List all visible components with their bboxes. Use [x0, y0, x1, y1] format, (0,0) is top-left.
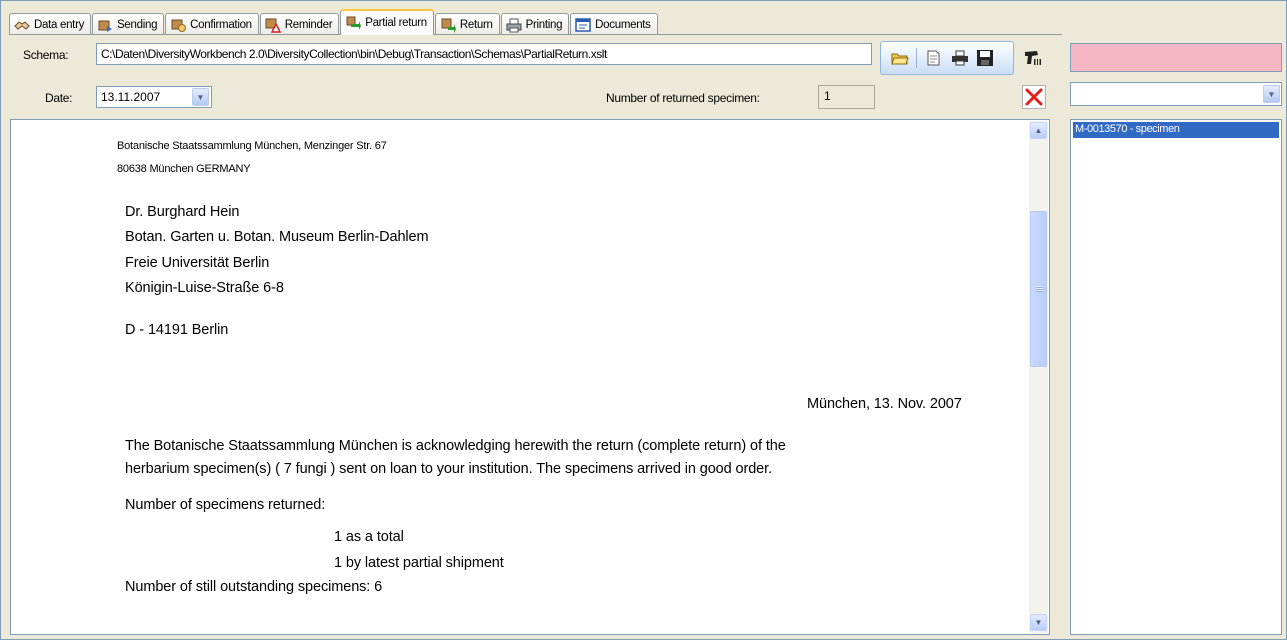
- tab-label: Printing: [525, 18, 563, 31]
- tab-divider: [9, 34, 1062, 35]
- sender-address-line: Botanische Staatssammlung München, Menzi…: [117, 140, 387, 152]
- recipient-city: D - 14191 Berlin: [125, 322, 229, 338]
- sender-city-line: 80638 München GERMANY: [117, 163, 251, 175]
- open-folder-icon[interactable]: [891, 49, 909, 67]
- date-value: 13.11.2007: [101, 90, 161, 104]
- tab-return[interactable]: Return: [434, 13, 500, 35]
- specimen-search-field[interactable]: [1070, 43, 1282, 72]
- schema-path-input[interactable]: C:\Daten\DiversityWorkbench 2.0\Diversit…: [96, 43, 872, 65]
- returned-partial: 1 by latest partial shipment: [334, 555, 504, 571]
- returned-total: 1 as a total: [334, 529, 404, 545]
- grip-icon: [1036, 286, 1043, 292]
- chevron-down-icon[interactable]: ▼: [192, 88, 209, 106]
- tab-strip: Data entry Sending Confirmation Reminder…: [9, 8, 659, 35]
- tab-label: Documents: [595, 18, 651, 31]
- documents-icon: [575, 17, 591, 33]
- returned-count-label: Number of returned specimen:: [606, 91, 760, 105]
- tab-label: Confirmation: [190, 18, 252, 31]
- tab-sending[interactable]: Sending: [92, 13, 165, 35]
- print-icon[interactable]: [951, 49, 969, 67]
- toolbar-separator: [916, 48, 917, 68]
- tab-label: Partial return: [365, 17, 427, 29]
- tab-reminder[interactable]: Reminder: [259, 13, 340, 35]
- recipient-name: Dr. Burghard Hein: [125, 204, 240, 220]
- tab-label: Sending: [117, 18, 158, 31]
- reminder-warning-icon: [265, 17, 281, 33]
- letter-body-line: herbarium specimen(s) ( 7 fungi ) sent o…: [125, 461, 773, 477]
- tab-documents[interactable]: Documents: [570, 13, 658, 35]
- return-icon: [440, 17, 456, 33]
- date-picker[interactable]: 13.11.2007 ▼: [96, 86, 212, 108]
- send-package-icon: [97, 17, 113, 33]
- tab-label: Return: [459, 18, 493, 31]
- delete-icon[interactable]: [1022, 85, 1046, 109]
- date-label: Date:: [45, 91, 73, 105]
- document-icon[interactable]: [924, 49, 942, 67]
- partial-return-icon: [345, 15, 362, 31]
- confirmation-hand-icon: [170, 17, 187, 33]
- printer-icon: [506, 17, 522, 33]
- tab-confirmation[interactable]: Confirmation: [165, 13, 259, 35]
- scroll-down-icon[interactable]: ▼: [1030, 614, 1047, 631]
- right-combobox[interactable]: ▼: [1070, 82, 1282, 106]
- letter-body-line: The Botanische Staatssammlung München is…: [125, 438, 786, 454]
- tab-label: Reminder: [284, 18, 333, 31]
- tab-partial-return[interactable]: Partial return: [340, 9, 434, 35]
- chevron-down-icon[interactable]: ▼: [1263, 85, 1280, 103]
- schema-label: Schema:: [23, 48, 69, 62]
- returned-count-field: 1: [818, 85, 875, 109]
- barcode-scanner-icon[interactable]: [1023, 48, 1043, 68]
- returned-heading: Number of specimens returned:: [125, 497, 326, 513]
- tab-data-entry[interactable]: Data entry: [9, 13, 92, 35]
- save-icon[interactable]: [976, 49, 994, 67]
- window-frame: Data entry Sending Confirmation Reminder…: [0, 0, 1287, 640]
- recipient-street: Königin-Luise-Straße 6-8: [125, 280, 284, 296]
- document-viewer[interactable]: Botanische Staatssammlung München, Menzi…: [10, 119, 1050, 635]
- scroll-up-icon[interactable]: ▲: [1030, 122, 1047, 139]
- tab-printing[interactable]: Printing: [500, 13, 570, 35]
- specimen-list[interactable]: M-0013570 - specimen: [1070, 119, 1282, 635]
- scrollbar-thumb[interactable]: [1030, 211, 1047, 367]
- recipient-institution: Botan. Garten u. Botan. Museum Berlin-Da…: [125, 229, 429, 245]
- handshake-icon: [14, 17, 30, 33]
- recipient-university: Freie Universität Berlin: [125, 255, 270, 271]
- tab-label: Data entry: [34, 18, 85, 31]
- list-item[interactable]: M-0013570 - specimen: [1073, 122, 1279, 138]
- vertical-scrollbar[interactable]: ▲ ▼: [1029, 121, 1048, 633]
- schema-toolbar: [880, 41, 1014, 75]
- place-date: München, 13. Nov. 2007: [807, 396, 962, 412]
- outstanding-count: Number of still outstanding specimens: 6: [125, 579, 383, 595]
